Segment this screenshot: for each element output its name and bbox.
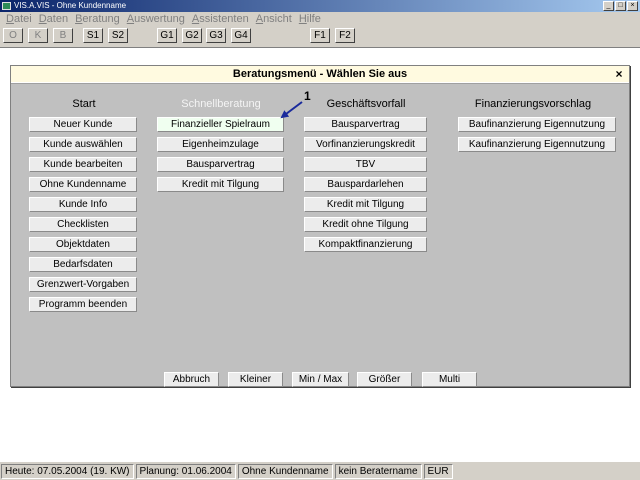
button-bauspardarlehen[interactable]: Bauspardarlehen [304,177,427,192]
button-vorfinanzierungskredit[interactable]: Vorfinanzierungskredit [304,137,427,152]
minimize-button[interactable]: _ [603,1,614,11]
button-objektdaten[interactable]: Objektdaten [29,237,137,252]
toolbar-button-f2[interactable]: F2 [335,28,355,43]
button-bausparvertrag[interactable]: Bausparvertrag [304,117,427,132]
button-kompaktfinanzierung[interactable]: Kompaktfinanzierung [304,237,427,252]
window-title: VIS.A.VIS - Ohne Kundenname [14,1,127,10]
button-kredit-ohne-tilgung[interactable]: Kredit ohne Tilgung [304,217,427,232]
dialog-title-bar: Beratungsmenü - Wählen Sie aus × [11,66,629,82]
button-checklisten[interactable]: Checklisten [29,217,137,232]
button-kunde-auswaehlen[interactable]: Kunde auswählen [29,137,137,152]
status-currency: EUR [423,464,453,479]
maximize-button[interactable]: □ [615,1,626,11]
button-kaufinanzierung-eigennutzung[interactable]: Kaufinanzierung Eigennutzung [458,137,616,152]
button-min-max[interactable]: Min / Max [292,372,349,387]
toolbar-button-k[interactable]: K [28,28,48,43]
button-abbruch[interactable]: Abbruch [164,372,219,387]
status-customer: Ohne Kundenname [237,464,333,479]
advice-menu-dialog: Beratungsmenü - Wählen Sie aus × Start N… [10,65,630,387]
statusbar: Heute: 07.05.2004 (19. KW) Planung: 01.0… [0,463,640,480]
column-heading-schnellberatung: Schnellberatung [181,98,261,110]
button-baufinanzierung-eigennutzung[interactable]: Baufinanzierung Eigennutzung [458,117,616,132]
status-today: Heute: 07.05.2004 (19. KW) [1,464,134,479]
app-icon [2,2,11,10]
menu-ansicht[interactable]: Ansicht [253,12,296,26]
toolbar-button-b[interactable]: B [53,28,73,43]
column-heading-geschaeftsvorfall: Geschäftsvorfall [326,98,406,110]
button-kleiner[interactable]: Kleiner [228,372,283,387]
button-kunde-info[interactable]: Kunde Info [29,197,137,212]
button-eigenheimzulage[interactable]: Eigenheimzulage [157,137,284,152]
button-bedarfsdaten[interactable]: Bedarfsdaten [29,257,137,272]
toolbar-button-f1[interactable]: F1 [310,28,330,43]
toolbar-button-g3[interactable]: G3 [206,28,226,43]
toolbar: O K B S1 S2 G1 G2 G3 G4 F1 F2 [0,27,640,46]
menu-auswertung[interactable]: Auswertung [124,12,189,26]
button-programm-beenden[interactable]: Programm beenden [29,297,137,312]
menu-datei[interactable]: Datei [3,12,36,26]
button-kredit-mit-tilgung-schnell[interactable]: Kredit mit Tilgung [157,177,284,192]
button-groesser[interactable]: Größer [357,372,412,387]
button-grenzwert-vorgaben[interactable]: Grenzwert-Vorgaben [29,277,137,292]
toolbar-button-o[interactable]: O [3,28,23,43]
menu-beratung[interactable]: Beratung [72,12,124,26]
column-heading-finanzierungsvorschlag: Finanzierungsvorschlag [474,98,592,110]
button-finanzieller-spielraum[interactable]: Finanzieller Spielraum [157,117,284,132]
toolbar-button-g1[interactable]: G1 [157,28,177,43]
button-kredit-mit-tilgung[interactable]: Kredit mit Tilgung [304,197,427,212]
dialog-close-icon[interactable]: × [612,67,626,81]
status-planung: Planung: 01.06.2004 [135,464,236,479]
toolbar-button-s1[interactable]: S1 [83,28,103,43]
window-controls: _ □ × [603,1,638,11]
toolbar-button-s2[interactable]: S2 [108,28,128,43]
close-window-button[interactable]: × [627,1,638,11]
toolbar-button-g2[interactable]: G2 [182,28,202,43]
menubar: Datei Daten Beratung Auswertung Assisten… [0,12,640,26]
button-bausparvertrag-schnell[interactable]: Bausparvertrag [157,157,284,172]
button-ohne-kundenname[interactable]: Ohne Kundenname [29,177,137,192]
button-tbv[interactable]: TBV [304,157,427,172]
button-kunde-bearbeiten[interactable]: Kunde bearbeiten [29,157,137,172]
status-advisor: kein Beratername [334,464,422,479]
dialog-title: Beratungsmenü - Wählen Sie aus [232,68,408,80]
button-multi[interactable]: Multi [422,372,477,387]
menu-hilfe[interactable]: Hilfe [296,12,325,26]
menu-assistenten[interactable]: Assistenten [189,12,253,26]
window-titlebar: VIS.A.VIS - Ohne Kundenname _ □ × [0,0,640,12]
menu-daten[interactable]: Daten [36,12,72,26]
dialog-body: Start Neuer Kunde Kunde auswählen Kunde … [11,83,629,387]
toolbar-button-g4[interactable]: G4 [231,28,251,43]
column-heading-start: Start [72,98,96,110]
button-neuer-kunde[interactable]: Neuer Kunde [29,117,137,132]
